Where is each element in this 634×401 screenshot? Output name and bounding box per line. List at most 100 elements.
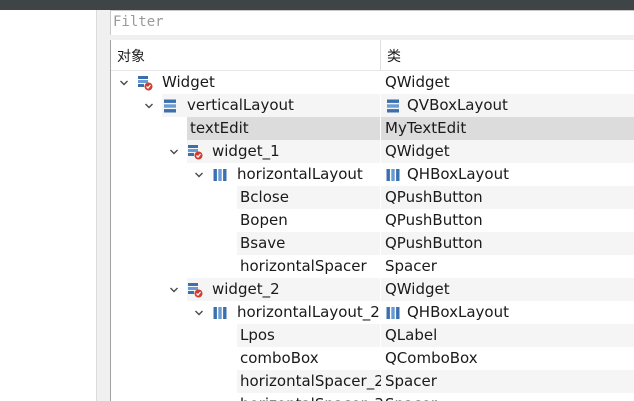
tree-row[interactable]: horizontalSpacer Spacer [111, 255, 634, 278]
object-name-cell[interactable]: widget_1 [187, 140, 380, 163]
expand-arrow-icon[interactable] [117, 71, 131, 94]
object-name-cell[interactable]: horizontalSpacer_2 [237, 370, 384, 393]
tree-row[interactable]: Lpos QLabel [111, 324, 634, 347]
column-header-object[interactable]: 对象 [117, 46, 145, 66]
class-name-cell[interactable]: Spacer [381, 255, 634, 278]
expand-arrow-icon[interactable] [167, 140, 181, 163]
expand-arrow-icon[interactable] [142, 94, 156, 117]
object-name: Lpos [240, 326, 275, 344]
class-name: QHBoxLayout [407, 303, 509, 321]
object-name-cell[interactable]: horizontalLayout [212, 163, 380, 186]
hbox-layout-icon [385, 305, 401, 321]
tree-row[interactable]: horizontalLayout_2 QHBoxLayout [111, 301, 634, 324]
class-name: QPushButton [385, 234, 483, 252]
object-name-cell[interactable]: horizontalLayout_2 [212, 301, 380, 324]
column-separator[interactable] [380, 40, 381, 70]
class-name-cell[interactable]: QVBoxLayout [381, 94, 634, 117]
object-name-cell[interactable]: widget_2 [187, 278, 380, 301]
class-name: QPushButton [385, 188, 483, 206]
vbox-layout-icon [162, 98, 178, 114]
filter-box [110, 10, 634, 35]
hbox-layout-icon [385, 167, 401, 183]
object-name: Bclose [240, 188, 289, 206]
object-name: horizontalSpacer [240, 257, 367, 275]
object-name: horizontalLayout [237, 165, 363, 183]
class-name-cell[interactable]: QPushButton [381, 186, 634, 209]
expand-arrow-icon[interactable] [167, 278, 181, 301]
vbox-layout-icon [385, 98, 401, 114]
widget-icon [187, 144, 203, 160]
object-name-cell[interactable]: Bopen [237, 209, 380, 232]
class-name: QHBoxLayout [407, 165, 509, 183]
object-name-cell[interactable]: Bclose [237, 186, 380, 209]
widget-icon [137, 75, 153, 91]
class-name-cell[interactable]: QPushButton [381, 209, 634, 232]
class-name-cell[interactable]: MyTextEdit [381, 117, 634, 140]
object-name: horizontalSpacer_3 [237, 393, 384, 401]
widget-icon [187, 282, 203, 298]
tree-row[interactable]: horizontalLayout QHBoxLayout [111, 163, 634, 186]
class-name-cell[interactable]: Spacer [381, 393, 634, 401]
tree-row[interactable]: widget_2 QWidget [111, 278, 634, 301]
hbox-layout-icon [212, 167, 228, 183]
object-name-cell[interactable]: verticalLayout [162, 94, 380, 117]
class-name-cell[interactable]: Spacer [381, 370, 634, 393]
tree-row[interactable]: Bsave QPushButton [111, 232, 634, 255]
class-name: Spacer [385, 393, 437, 401]
tree-row[interactable]: verticalLayout QVBoxLayout [111, 94, 634, 117]
object-name: horizontalSpacer_2 [240, 372, 384, 390]
object-name: Bopen [240, 211, 288, 229]
filter-input[interactable] [111, 11, 613, 33]
class-name: QWidget [385, 280, 450, 298]
left-pane [0, 10, 96, 401]
class-name-cell[interactable]: QComboBox [381, 347, 634, 370]
tree-row[interactable]: textEdit MyTextEdit [111, 117, 634, 140]
class-name-cell[interactable]: QPushButton [381, 232, 634, 255]
title-bar [0, 0, 634, 10]
object-name: widget_1 [212, 142, 280, 160]
object-name: textEdit [190, 119, 249, 137]
class-name: QWidget [385, 73, 450, 91]
class-name: Spacer [385, 257, 437, 275]
class-name-cell[interactable]: QLabel [381, 324, 634, 347]
class-name: QPushButton [385, 211, 483, 229]
class-name: Spacer [385, 372, 437, 390]
splitter-handle[interactable] [96, 10, 110, 401]
object-name-cell[interactable]: Bsave [237, 232, 380, 255]
class-name-cell[interactable]: QWidget [381, 140, 634, 163]
class-name-cell[interactable]: QHBoxLayout [381, 301, 634, 324]
tree-row[interactable]: Bclose QPushButton [111, 186, 634, 209]
object-name-cell[interactable]: horizontalSpacer [237, 255, 380, 278]
class-name: QComboBox [385, 349, 478, 367]
column-header-class[interactable]: 类 [387, 46, 401, 66]
class-name-cell[interactable]: QWidget [381, 278, 634, 301]
tree-row[interactable]: horizontalSpacer_3Spacer [111, 393, 634, 401]
tree-row[interactable]: Widget QWidget [111, 71, 634, 94]
object-name-cell[interactable]: Widget [137, 71, 380, 94]
class-name: QVBoxLayout [407, 96, 508, 114]
tree-row[interactable]: widget_1 QWidget [111, 140, 634, 163]
tree-header: 对象 类 [111, 40, 634, 71]
tree-row[interactable]: Bopen QPushButton [111, 209, 634, 232]
object-name: verticalLayout [187, 96, 294, 114]
object-name: Bsave [240, 234, 286, 252]
object-name-cell[interactable]: horizontalSpacer_3 [237, 393, 384, 401]
object-name-cell[interactable]: Lpos [237, 324, 380, 347]
hbox-layout-icon [212, 305, 228, 321]
tree-rows: Widget QWidget verticalLayout QVBoxLayout te… [111, 71, 634, 401]
object-name: horizontalLayout_2 [237, 303, 380, 321]
class-name-cell[interactable]: QWidget [381, 71, 634, 94]
object-name: comboBox [240, 349, 319, 367]
tree-row[interactable]: comboBox QComboBox [111, 347, 634, 370]
object-name-cell[interactable]: textEdit [187, 117, 380, 140]
class-name: QWidget [385, 142, 450, 160]
class-name-cell[interactable]: QHBoxLayout [381, 163, 634, 186]
object-inspector-tree: 对象 类 Widget QWidget verticalLayout QVBoxLay… [110, 40, 634, 401]
object-name-cell[interactable]: comboBox [237, 347, 380, 370]
expand-arrow-icon[interactable] [192, 163, 206, 186]
class-name: MyTextEdit [385, 119, 467, 137]
class-name: QLabel [385, 326, 438, 344]
object-name: Widget [162, 73, 215, 91]
expand-arrow-icon[interactable] [192, 301, 206, 324]
tree-row[interactable]: horizontalSpacer_2 Spacer [111, 370, 634, 393]
